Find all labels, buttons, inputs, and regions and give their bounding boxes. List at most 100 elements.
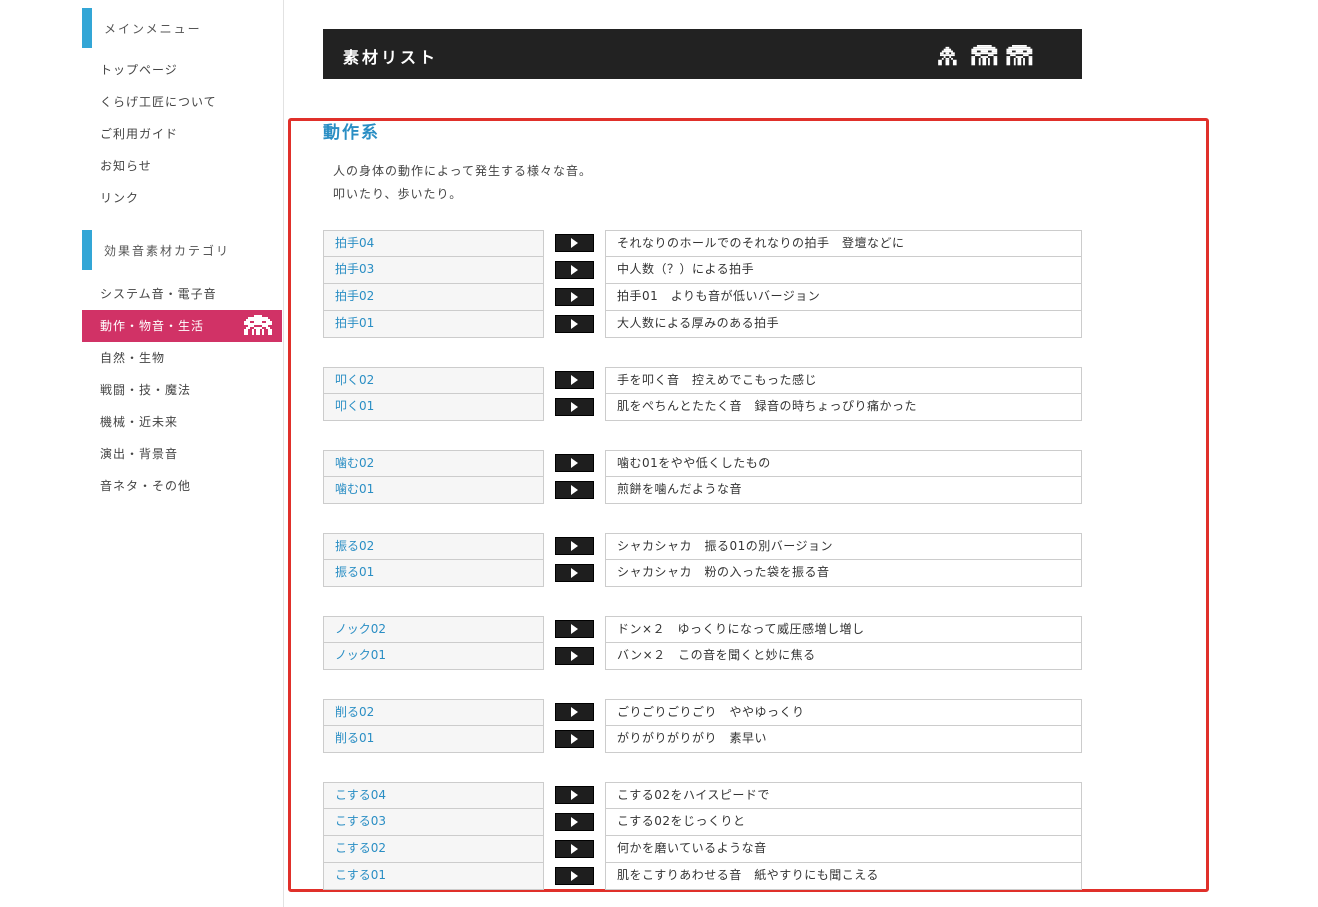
sound-name-link[interactable]: ノック01	[323, 643, 544, 670]
category-title: 動作系	[323, 123, 380, 143]
play-button[interactable]	[555, 786, 594, 804]
category-item-label: 動作・物音・生活	[100, 319, 205, 333]
play-button[interactable]	[555, 398, 594, 416]
play-button[interactable]	[555, 288, 594, 306]
sound-name-link[interactable]: 削る01	[323, 726, 544, 753]
play-button[interactable]	[555, 813, 594, 831]
sound-row: 拍手03 中人数（？）による拍手	[323, 257, 1082, 284]
category-item-other[interactable]: 音ネタ・その他	[82, 470, 282, 502]
category-item-battle[interactable]: 戦闘・技・魔法	[82, 374, 282, 406]
play-button[interactable]	[555, 454, 594, 472]
space-invader-icon	[938, 45, 1033, 66]
sound-description: 何かを磨いているような音	[605, 836, 1082, 863]
sound-description: 大人数による厚みのある拍手	[605, 311, 1082, 338]
play-icon	[571, 265, 578, 275]
play-button[interactable]	[555, 261, 594, 279]
sound-description: バン×２ この音を聞くと妙に焦る	[605, 643, 1082, 670]
play-button[interactable]	[555, 703, 594, 721]
category-item-label: 演出・背景音	[100, 447, 179, 461]
sound-name-link[interactable]: 拍手02	[323, 284, 544, 311]
sound-name-link[interactable]: 叩く01	[323, 394, 544, 421]
category-heading: 効果音素材カテゴリ	[82, 230, 282, 270]
sound-name-link[interactable]: 削る02	[323, 699, 544, 726]
sound-name-link[interactable]: こする01	[323, 863, 544, 890]
sound-name-link[interactable]: 叩く02	[323, 367, 544, 394]
play-button[interactable]	[555, 867, 594, 885]
nav-item-top[interactable]: トップページ	[82, 54, 282, 86]
play-icon	[571, 319, 578, 329]
nav-item-links[interactable]: リンク	[82, 182, 282, 214]
category-item-label: 音ネタ・その他	[100, 479, 192, 493]
sound-description: 中人数（？）による拍手	[605, 257, 1082, 284]
main-menu-list: トップページ くらげ工匠について ご利用ガイド お知らせ リンク	[82, 54, 282, 214]
category-item-label: 機械・近未来	[100, 415, 179, 429]
sound-row: 噛む02 噛む01をやや低くしたもの	[323, 450, 1082, 477]
sound-name-link[interactable]: 噛む02	[323, 450, 544, 477]
play-button[interactable]	[555, 371, 594, 389]
sound-row: 噛む01 煎餅を噛んだような音	[323, 477, 1082, 504]
sound-name-link[interactable]: 拍手01	[323, 311, 544, 338]
play-icon	[571, 485, 578, 495]
category-item-machine[interactable]: 機械・近未来	[82, 406, 282, 438]
sound-row: こする02 何かを磨いているような音	[323, 836, 1082, 863]
play-icon	[571, 707, 578, 717]
nav-item-label: トップページ	[100, 63, 178, 77]
main-menu-heading: メインメニュー	[82, 8, 282, 48]
sound-description: 肌をこすりあわせる音 紙やすりにも聞こえる	[605, 863, 1082, 890]
sound-name-link[interactable]: こする03	[323, 809, 544, 836]
category-item-action[interactable]: 動作・物音・生活	[82, 310, 282, 342]
heading-accent-bar	[82, 8, 92, 48]
play-button[interactable]	[555, 481, 594, 499]
sound-row: 振る02 シャカシャカ 振る01の別バージョン	[323, 533, 1082, 560]
nav-item-about[interactable]: くらげ工匠について	[82, 86, 282, 118]
sound-description: ごりごりごりごり ややゆっくり	[605, 699, 1082, 726]
sound-description: 手を叩く音 控えめでこもった感じ	[605, 367, 1082, 394]
sound-row: 削る01 がりがりがりがり 素早い	[323, 726, 1082, 753]
play-button[interactable]	[555, 315, 594, 333]
play-icon	[571, 292, 578, 302]
nav-item-guide[interactable]: ご利用ガイド	[82, 118, 282, 150]
category-item-label: 戦闘・技・魔法	[100, 383, 192, 397]
sound-row: 叩く01 肌をぺちんとたたく音 録音の時ちょっぴり痛かった	[323, 394, 1082, 421]
sound-name-link[interactable]: 噛む01	[323, 477, 544, 504]
nav-item-label: お知らせ	[100, 159, 152, 173]
nav-item-news[interactable]: お知らせ	[82, 150, 282, 182]
sound-row: こする04 こする02をハイスピードで	[323, 782, 1082, 809]
sound-row: ノック01 バン×２ この音を聞くと妙に焦る	[323, 643, 1082, 670]
nav-item-label: リンク	[100, 191, 140, 205]
play-button[interactable]	[555, 730, 594, 748]
sound-name-link[interactable]: 拍手04	[323, 230, 544, 257]
play-icon	[571, 734, 578, 744]
sound-name-link[interactable]: こする04	[323, 782, 544, 809]
sound-name-link[interactable]: ノック02	[323, 616, 544, 643]
category-item-system[interactable]: システム音・電子音	[82, 278, 282, 310]
sound-description: 噛む01をやや低くしたもの	[605, 450, 1082, 477]
play-icon	[571, 871, 578, 881]
play-button[interactable]	[555, 840, 594, 858]
sound-row: こする01 肌をこすりあわせる音 紙やすりにも聞こえる	[323, 863, 1082, 890]
play-button[interactable]	[555, 647, 594, 665]
sound-name-link[interactable]: 拍手03	[323, 257, 544, 284]
sound-name-link[interactable]: 振る02	[323, 533, 544, 560]
category-item-label: 自然・生物	[100, 351, 166, 365]
play-icon	[571, 624, 578, 634]
category-item-nature[interactable]: 自然・生物	[82, 342, 282, 374]
play-button[interactable]	[555, 537, 594, 555]
heading-accent-bar	[82, 230, 92, 270]
sound-description: こする02をじっくりと	[605, 809, 1082, 836]
sound-name-link[interactable]: 振る01	[323, 560, 544, 587]
sound-row: 拍手01 大人数による厚みのある拍手	[323, 311, 1082, 338]
category-heading-label: 効果音素材カテゴリ	[104, 244, 231, 258]
play-button[interactable]	[555, 564, 594, 582]
play-button[interactable]	[555, 620, 594, 638]
play-icon	[571, 790, 578, 800]
play-icon	[571, 402, 578, 412]
play-icon	[571, 541, 578, 551]
category-description: 叩いたり、歩いたり。	[333, 187, 463, 201]
sound-name-link[interactable]: こする02	[323, 836, 544, 863]
play-button[interactable]	[555, 234, 594, 252]
sound-description: ドン×２ ゆっくりになって威圧感増し増し	[605, 616, 1082, 643]
play-icon	[571, 844, 578, 854]
sidebar: メインメニュー トップページ くらげ工匠について ご利用ガイド お知らせ リンク…	[0, 0, 284, 907]
category-item-effect[interactable]: 演出・背景音	[82, 438, 282, 470]
